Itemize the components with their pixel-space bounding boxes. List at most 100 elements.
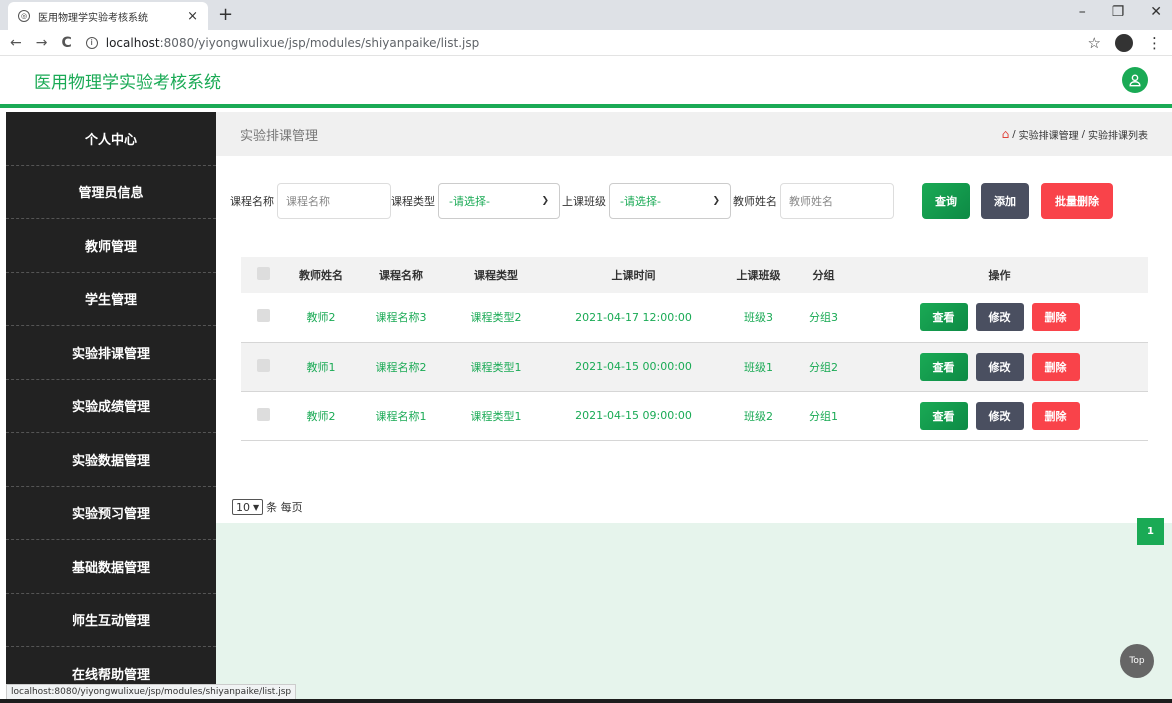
tab-close-icon[interactable]: × (187, 9, 198, 24)
table-row: 教师1 课程名称2 课程类型1 2021-04-15 00:00:00 班级1 … (241, 342, 1148, 392)
view-button[interactable]: 查看 (919, 303, 968, 332)
cell-time: 2021-04-15 00:00:00 (546, 342, 721, 392)
cell-group: 分组3 (796, 293, 851, 343)
page-size-select[interactable]: 10 ▼ (232, 499, 264, 515)
bookmark-star-icon[interactable]: ☆ (1088, 34, 1101, 52)
cell-teacher: 教师2 (286, 391, 356, 441)
sidebar-item-preview[interactable]: 实验预习管理 (6, 487, 216, 540)
delete-button[interactable]: 删除 (1031, 401, 1080, 430)
table-row: 教师2 课程名称3 课程类型2 2021-04-17 12:00:00 班级3 … (241, 293, 1148, 343)
chevron-down-icon: ▼ (253, 502, 260, 512)
cell-type: 课程类型2 (446, 293, 546, 343)
browser-tab-bar: ◎ 医用物理学实验考核系统 × + – ❐ ✕ (0, 0, 1172, 30)
sidebar-item-personal-center[interactable]: 个人中心 (6, 112, 216, 166)
cell-course: 课程名称2 (356, 342, 446, 392)
row-checkbox[interactable] (257, 358, 270, 372)
breadcrumb-item-2: 实验排课列表 (1088, 130, 1148, 142)
url-field[interactable]: i localhost:8080/yiyongwulixue/jsp/modul… (85, 35, 1088, 50)
breadcrumb-sep: / (1012, 128, 1016, 140)
address-bar: ← → C i localhost:8080/yiyongwulixue/jsp… (0, 30, 1172, 56)
cell-type: 课程类型1 (446, 342, 546, 392)
view-button[interactable]: 查看 (919, 401, 968, 430)
search-button[interactable]: 查询 (922, 183, 970, 219)
status-bar-url: localhost:8080/yiyongwulixue/jsp/modules… (6, 684, 297, 700)
edit-button[interactable]: 修改 (975, 303, 1024, 332)
sidebar-item-scheduling[interactable]: 实验排课管理 (6, 326, 216, 380)
table-row: 教师2 课程名称1 课程类型1 2021-04-15 09:00:00 班级2 … (241, 391, 1148, 441)
col-type: 课程类型 (446, 257, 546, 293)
breadcrumb-bar: 实验排课管理 ⌂ / 实验排课管理 / 实验排课列表 (216, 112, 1172, 156)
sidebar-item-grades[interactable]: 实验成绩管理 (6, 380, 216, 433)
class-select[interactable]: -请选择- ❯ (609, 183, 731, 219)
batch-delete-button[interactable]: 批量删除 (1041, 183, 1113, 219)
sidebar-item-base-data[interactable]: 基础数据管理 (6, 540, 216, 594)
back-to-top-button[interactable]: Top (1120, 644, 1154, 678)
breadcrumb: ⌂ / 实验排课管理 / 实验排课列表 (1002, 127, 1148, 142)
breadcrumb-item-1[interactable]: 实验排课管理 (1019, 127, 1079, 142)
course-type-value: -请选择- (449, 195, 490, 208)
col-actions: 操作 (851, 257, 1148, 293)
forward-button[interactable]: → (36, 35, 48, 51)
minimize-button[interactable]: – (1079, 4, 1086, 20)
delete-button[interactable]: 删除 (1031, 352, 1080, 381)
page-button-1[interactable]: 1 (1137, 518, 1164, 545)
user-avatar-icon[interactable] (1122, 67, 1148, 93)
breadcrumb-sep: / (1081, 128, 1085, 140)
chevron-down-icon: ❯ (712, 196, 720, 206)
window-controls: – ❐ ✕ (1079, 4, 1162, 20)
filter-bar: 课程名称 课程名称 课程类型 -请选择- ❯ 上课班级 -请选择- ❯ 教师姓名… (230, 183, 1113, 219)
browser-tab[interactable]: ◎ 医用物理学实验考核系统 × (8, 2, 208, 30)
sidebar-item-teachers[interactable]: 教师管理 (6, 219, 216, 273)
close-window-button[interactable]: ✕ (1150, 4, 1162, 20)
home-icon[interactable]: ⌂ (1002, 127, 1010, 141)
page-size-control: 10 ▼ 条 每页 (232, 499, 303, 515)
profile-icon[interactable] (1115, 33, 1133, 52)
row-checkbox[interactable] (257, 407, 270, 421)
back-button[interactable]: ← (10, 35, 22, 51)
add-button[interactable]: 添加 (981, 183, 1029, 219)
class-label: 上课班级 (562, 195, 606, 208)
cell-teacher: 教师1 (286, 342, 356, 392)
sidebar-item-students[interactable]: 学生管理 (6, 273, 216, 326)
cell-course: 课程名称3 (356, 293, 446, 343)
chevron-down-icon: ❯ (541, 196, 549, 206)
col-time: 上课时间 (546, 257, 721, 293)
course-name-label: 课程名称 (230, 195, 274, 208)
reload-button[interactable]: C (61, 35, 71, 51)
row-checkbox[interactable] (257, 309, 270, 323)
col-group: 分组 (796, 257, 851, 293)
sidebar-item-admin-info[interactable]: 管理员信息 (6, 166, 216, 219)
maximize-button[interactable]: ❐ (1112, 4, 1125, 20)
url-host: localhost (105, 35, 160, 50)
delete-button[interactable]: 删除 (1031, 303, 1080, 332)
col-course: 课程名称 (356, 257, 446, 293)
app-title: 医用物理学实验考核系统 (34, 72, 221, 93)
taskbar (0, 699, 1172, 703)
select-all-checkbox[interactable] (257, 267, 270, 280)
course-type-select[interactable]: -请选择- ❯ (438, 183, 560, 219)
page-title: 实验排课管理 (240, 128, 319, 144)
class-value: -请选择- (620, 195, 661, 208)
cell-group: 分组2 (796, 342, 851, 392)
main-content: 实验排课管理 ⌂ / 实验排课管理 / 实验排课列表 课程名称 课程名称 课程类… (216, 112, 1172, 703)
cell-class: 班级1 (721, 342, 796, 392)
view-button[interactable]: 查看 (919, 352, 968, 381)
list-panel: 课程名称 课程名称 课程类型 -请选择- ❯ 上课班级 -请选择- ❯ 教师姓名… (216, 156, 1172, 545)
select-all-cell[interactable] (241, 257, 286, 293)
new-tab-button[interactable]: + (218, 4, 233, 25)
sidebar-item-data[interactable]: 实验数据管理 (6, 433, 216, 487)
info-icon[interactable]: i (85, 36, 98, 49)
sidebar-item-interaction[interactable]: 师生互动管理 (6, 594, 216, 647)
edit-button[interactable]: 修改 (975, 401, 1024, 430)
teacher-name-label: 教师姓名 (733, 195, 777, 208)
cell-group: 分组1 (796, 391, 851, 441)
per-page-label: 条 每页 (266, 501, 303, 514)
cell-teacher: 教师2 (286, 293, 356, 343)
teacher-name-input[interactable]: 教师姓名 (780, 183, 894, 219)
browser-menu-icon[interactable]: ⋮ (1147, 34, 1162, 52)
course-name-input[interactable]: 课程名称 (277, 183, 391, 219)
cell-course: 课程名称1 (356, 391, 446, 441)
edit-button[interactable]: 修改 (975, 352, 1024, 381)
cell-class: 班级3 (721, 293, 796, 343)
col-class: 上课班级 (721, 257, 796, 293)
